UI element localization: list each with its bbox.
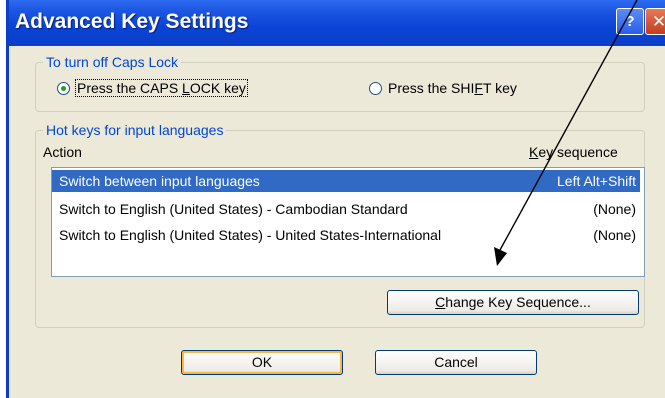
annotation-arrow — [494, 0, 638, 266]
